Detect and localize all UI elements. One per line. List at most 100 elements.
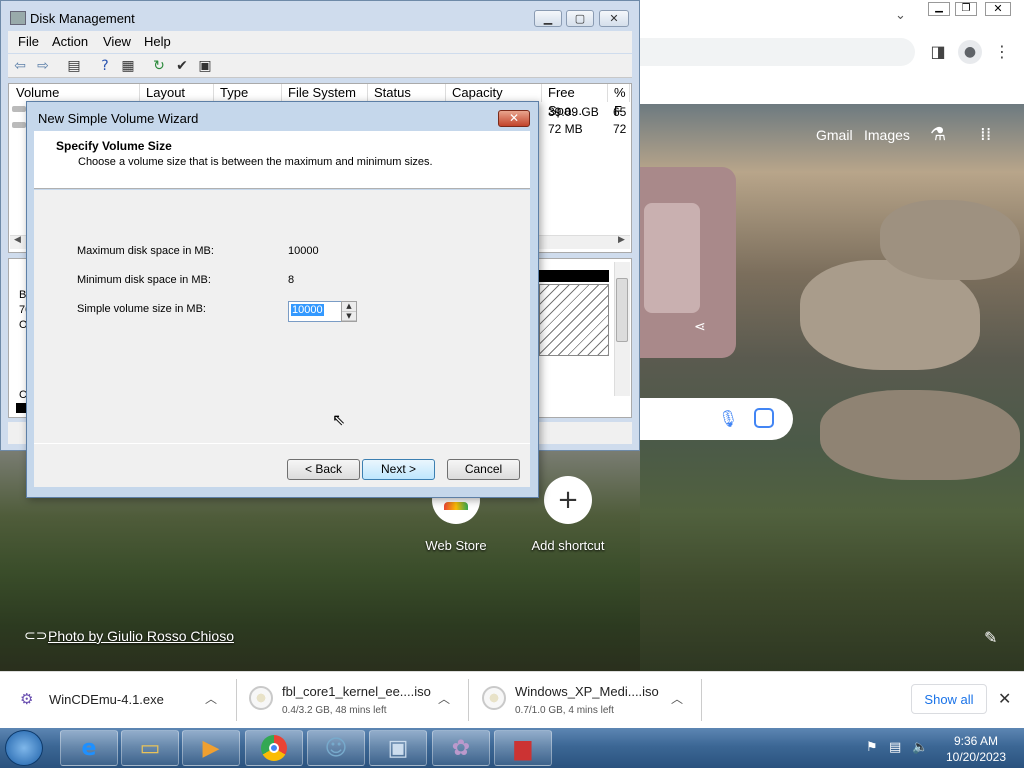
- scrollbar-thumb[interactable]: [616, 278, 628, 342]
- apps-grid-icon[interactable]: ⁞⁞: [980, 124, 991, 145]
- forward-arrow-icon[interactable]: ⇨: [34, 57, 52, 75]
- rock-shape: [820, 390, 1020, 480]
- volume-size-value: 10000: [291, 304, 324, 316]
- menu-help[interactable]: Help: [144, 34, 171, 49]
- computer-management-icon[interactable]: ▣: [369, 730, 427, 766]
- legend-swatch: [16, 403, 26, 413]
- gmail-link[interactable]: Gmail: [816, 127, 853, 143]
- profile-avatar-icon[interactable]: ●: [958, 40, 982, 64]
- menu-view[interactable]: View: [103, 34, 131, 49]
- labs-flask-icon[interactable]: ⚗: [930, 124, 946, 145]
- add-shortcut-label[interactable]: Add shortcut: [524, 538, 612, 553]
- download-item-name[interactable]: Windows_XP_Medi....iso: [515, 684, 659, 699]
- network-icon[interactable]: ▤: [889, 740, 901, 755]
- column-header[interactable]: Layout: [140, 84, 214, 102]
- kebab-menu-icon[interactable]: ⋮: [992, 42, 1012, 62]
- column-header[interactable]: File System: [282, 84, 368, 102]
- download-item-name[interactable]: fbl_core1_kernel_ee....iso: [282, 684, 431, 699]
- back-arrow-icon[interactable]: ⇦: [11, 57, 29, 75]
- search-box[interactable]: 🎙: [640, 398, 793, 440]
- column-header[interactable]: Volume: [10, 84, 140, 102]
- console-tree-icon[interactable]: ▤: [65, 57, 83, 75]
- rock-shape: [880, 200, 1020, 280]
- download-progress-ring-icon: [482, 686, 506, 710]
- next-button[interactable]: Next >: [362, 459, 435, 480]
- wizard-title: New Simple Volume Wizard: [38, 111, 199, 126]
- start-button[interactable]: [5, 730, 43, 766]
- volume-size-stepper[interactable]: ▲ ▼: [341, 301, 357, 322]
- restore-icon[interactable]: ❐: [955, 2, 977, 16]
- minimize-button[interactable]: ▁: [534, 10, 562, 27]
- web-store-shortcut-label[interactable]: Web Store: [416, 538, 496, 553]
- volume-size-input[interactable]: 10000: [288, 301, 342, 322]
- customize-pencil-icon[interactable]: ✎: [984, 628, 997, 647]
- users-icon[interactable]: ☺: [307, 730, 365, 766]
- stepper-down-icon[interactable]: ▼: [342, 312, 356, 321]
- volume-size-label: Simple volume size in MB:: [77, 303, 206, 315]
- wizard-description: Choose a volume size that is between the…: [78, 156, 433, 168]
- chevron-down-icon[interactable]: ⌄: [895, 8, 915, 24]
- photo-credit-link[interactable]: Photo by Giulio Rosso Chioso: [48, 628, 234, 644]
- menu-file[interactable]: File: [18, 34, 39, 49]
- help-icon[interactable]: ?: [96, 57, 114, 75]
- close-icon[interactable]: ✕: [985, 2, 1011, 16]
- max-size-value: 10000: [288, 245, 319, 257]
- doodle-card[interactable]: ⋖: [640, 167, 736, 358]
- column-header[interactable]: Free Spa...: [542, 84, 608, 118]
- share-icon[interactable]: ⋖: [694, 319, 706, 335]
- percent-free-cell: 72: [613, 122, 627, 136]
- flag-icon[interactable]: ⚑: [866, 740, 878, 755]
- scroll-right-icon[interactable]: ▶: [618, 235, 625, 245]
- maximize-button[interactable]: ▢: [566, 10, 594, 27]
- wizard-close-button[interactable]: ✕: [498, 110, 530, 127]
- internet-explorer-icon[interactable]: e: [60, 730, 118, 766]
- column-header[interactable]: Status: [368, 84, 446, 102]
- link-icon: ⊂⊃: [24, 628, 48, 644]
- unallocated-partition[interactable]: [539, 284, 609, 356]
- volume-muted-icon[interactable]: 🔈: [912, 740, 928, 755]
- stepper-up-icon[interactable]: ▲: [342, 302, 356, 312]
- media-player-icon[interactable]: ▶: [182, 730, 240, 766]
- cancel-button[interactable]: Cancel: [447, 459, 520, 480]
- rescan-icon[interactable]: ✔: [173, 57, 191, 75]
- disk-management-app-icon: [10, 11, 26, 25]
- toolbox-icon[interactable]: ▆: [494, 730, 552, 766]
- file-explorer-icon[interactable]: ▭: [121, 730, 179, 766]
- properties-icon[interactable]: ▦: [119, 57, 137, 75]
- percent-free-cell: 65: [613, 105, 627, 119]
- mouse-cursor-icon: ⇖: [332, 410, 346, 429]
- free-space-cell: 72 MB: [548, 122, 583, 136]
- clock[interactable]: 9:36 AM 10/20/2023: [936, 733, 1016, 765]
- side-panel-icon[interactable]: ◨: [928, 42, 948, 62]
- column-header[interactable]: Capacity: [446, 84, 542, 102]
- disk-burner-icon[interactable]: ✿: [432, 730, 490, 766]
- menu-action[interactable]: Action: [52, 34, 88, 49]
- wizard-heading: Specify Volume Size: [56, 139, 172, 153]
- minimize-icon[interactable]: ▁: [928, 2, 950, 16]
- refresh-icon[interactable]: ↻: [150, 57, 168, 75]
- back-button[interactable]: < Back: [287, 459, 360, 480]
- address-bar[interactable]: [640, 38, 915, 66]
- microphone-icon[interactable]: 🎙: [718, 409, 738, 428]
- chevron-up-icon[interactable]: ︿: [438, 690, 450, 707]
- column-header[interactable]: Type: [214, 84, 282, 102]
- images-link[interactable]: Images: [864, 127, 910, 143]
- column-header[interactable]: % F: [608, 84, 630, 118]
- show-all-button[interactable]: Show all: [911, 684, 987, 714]
- chevron-up-icon[interactable]: ︿: [671, 690, 683, 707]
- exe-file-icon: ⚙: [20, 690, 34, 708]
- close-button[interactable]: ✕: [599, 10, 629, 27]
- download-item-status: 0.7/1.0 GB, 4 mins left: [515, 705, 614, 716]
- divider: [468, 679, 469, 721]
- download-item-status: 0.4/3.2 GB, 48 mins left: [282, 705, 387, 716]
- chrome-icon[interactable]: [245, 730, 303, 766]
- add-shortcut-icon[interactable]: +: [544, 476, 592, 524]
- divider: [701, 679, 702, 721]
- close-icon[interactable]: ✕: [998, 689, 1011, 708]
- download-item-name[interactable]: WinCDEmu-4.1.exe: [49, 692, 164, 707]
- settings-icon[interactable]: ▣: [196, 57, 214, 75]
- scroll-left-icon[interactable]: ◀: [14, 235, 21, 245]
- lens-camera-icon[interactable]: [754, 408, 774, 428]
- chevron-up-icon[interactable]: ︿: [205, 690, 217, 707]
- divider: [236, 679, 237, 721]
